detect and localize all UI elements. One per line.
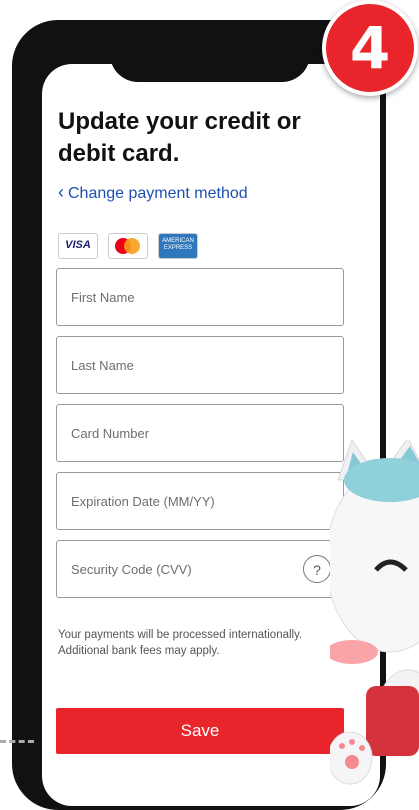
question-mark-icon[interactable]: ? (303, 555, 331, 583)
first-name-field[interactable] (56, 268, 344, 326)
last-name-field[interactable] (56, 336, 344, 394)
card-logos: VISA AMERICAN EXPRESS (58, 233, 198, 259)
dashed-connector (0, 740, 34, 743)
change-payment-method-label: Change payment method (68, 185, 248, 202)
expiration-date-input[interactable] (57, 473, 343, 529)
security-code-input[interactable] (57, 541, 343, 597)
cat-mascot-illustration (330, 440, 419, 785)
save-button[interactable]: Save (56, 708, 344, 754)
card-number-field[interactable] (56, 404, 344, 462)
last-name-input[interactable] (57, 337, 343, 393)
phone-notch (110, 38, 310, 82)
page-title: Update your credit or debit card. (58, 108, 301, 167)
mastercard-logo (108, 233, 148, 259)
step-number-badge: 4 (322, 0, 418, 96)
chevron-left-icon: ‹ (58, 182, 64, 202)
amex-logo: AMERICAN EXPRESS (158, 233, 198, 259)
expiration-date-field[interactable] (56, 472, 344, 530)
card-number-input[interactable] (57, 405, 343, 461)
visa-logo: VISA (58, 233, 98, 259)
change-payment-method-link[interactable]: ‹ Change payment method (58, 182, 248, 203)
first-name-input[interactable] (57, 269, 343, 325)
international-fees-notice: Your payments will be processed internat… (58, 629, 303, 657)
security-code-field[interactable]: ? (56, 540, 344, 598)
